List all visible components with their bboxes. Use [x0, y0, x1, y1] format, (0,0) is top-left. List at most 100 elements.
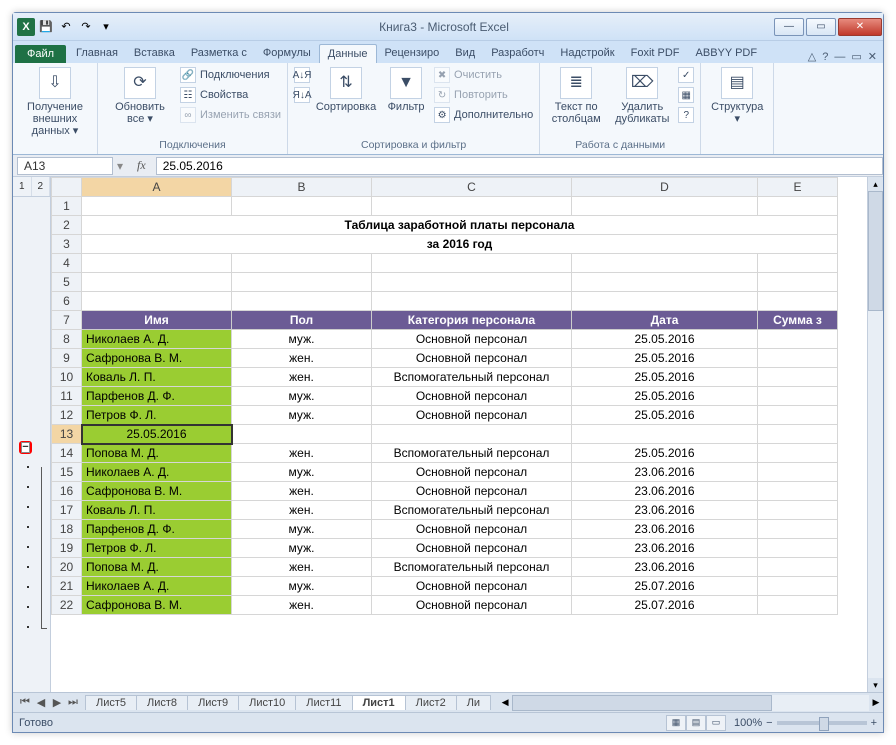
fx-icon[interactable]: fx: [127, 158, 156, 173]
name-cell[interactable]: Попова М. Д.: [82, 444, 232, 463]
cell[interactable]: [232, 197, 372, 216]
row-header[interactable]: 9: [52, 349, 82, 368]
name-cell[interactable]: Сафронова В. М.: [82, 596, 232, 615]
sheet-tab[interactable]: Лист9: [187, 695, 239, 710]
date-cell[interactable]: 23.06.2016: [572, 520, 758, 539]
sex-cell[interactable]: муж.: [232, 539, 372, 558]
category-cell[interactable]: Основной персонал: [372, 520, 572, 539]
cell[interactable]: [572, 254, 758, 273]
view-page-break[interactable]: ▭: [706, 715, 726, 731]
tab-nav-last[interactable]: ⏭: [65, 696, 81, 709]
ribbon-tab[interactable]: Главная: [68, 44, 126, 63]
qat-more[interactable]: ▾: [97, 18, 115, 36]
name-cell[interactable]: Петров Ф. Л.: [82, 406, 232, 425]
outline-button[interactable]: ▤ Структура ▾: [707, 65, 767, 125]
sex-cell[interactable]: муж.: [232, 406, 372, 425]
properties-button[interactable]: ☷Свойства: [180, 85, 281, 105]
formula-input[interactable]: 25.05.2016: [156, 157, 883, 175]
category-cell[interactable]: Вспомогательный персонал: [372, 368, 572, 387]
whatif-button[interactable]: ?: [678, 105, 694, 125]
data-validation-button[interactable]: ✓: [678, 65, 694, 85]
row-header[interactable]: 1: [52, 197, 82, 216]
zoom-level[interactable]: 100%: [734, 717, 762, 729]
table-header-cell[interactable]: Дата: [572, 311, 758, 330]
ribbon-tab[interactable]: Формулы: [255, 44, 319, 63]
sex-cell[interactable]: муж.: [232, 387, 372, 406]
sort-za-button[interactable]: Я↓А: [294, 85, 310, 105]
name-box[interactable]: A13: [17, 157, 113, 175]
reapply-button[interactable]: ↻Повторить: [434, 85, 533, 105]
name-cell[interactable]: Коваль Л. П.: [82, 368, 232, 387]
table-header-cell[interactable]: Сумма з: [758, 311, 838, 330]
category-cell[interactable]: Вспомогательный персонал: [372, 444, 572, 463]
date-cell[interactable]: 25.05.2016: [572, 387, 758, 406]
cell[interactable]: [82, 292, 232, 311]
cell[interactable]: [758, 539, 838, 558]
sex-cell[interactable]: жен.: [232, 558, 372, 577]
row-header[interactable]: 5: [52, 273, 82, 292]
sex-cell[interactable]: жен.: [232, 444, 372, 463]
horizontal-scrollbar[interactable]: ◀▶: [498, 695, 883, 711]
row-header[interactable]: 16: [52, 482, 82, 501]
row-header[interactable]: 22: [52, 596, 82, 615]
connections-button[interactable]: 🔗Подключения: [180, 65, 281, 85]
cell[interactable]: [372, 273, 572, 292]
category-cell[interactable]: Основной персонал: [372, 596, 572, 615]
date-cell[interactable]: 25.07.2016: [572, 577, 758, 596]
row-header[interactable]: 15: [52, 463, 82, 482]
row-header[interactable]: 18: [52, 520, 82, 539]
qat-undo[interactable]: ↶: [57, 18, 75, 36]
cell[interactable]: [758, 520, 838, 539]
outline-collapse-button[interactable]: −: [19, 441, 32, 454]
help-icon[interactable]: ?: [822, 51, 828, 63]
maximize-button[interactable]: ▭: [806, 18, 836, 36]
category-cell[interactable]: Основной персонал: [372, 387, 572, 406]
cell[interactable]: [232, 254, 372, 273]
ribbon-tab[interactable]: Надстройк: [552, 44, 622, 63]
cell[interactable]: [232, 292, 372, 311]
ribbon-min-icon[interactable]: △: [808, 50, 816, 63]
edit-links-button[interactable]: ∞Изменить связи: [180, 105, 281, 125]
cell[interactable]: [758, 387, 838, 406]
name-cell[interactable]: Сафронова В. М.: [82, 482, 232, 501]
row-header[interactable]: 12: [52, 406, 82, 425]
row-header[interactable]: 11: [52, 387, 82, 406]
minimize-button[interactable]: —: [774, 18, 804, 36]
title-cell[interactable]: Таблица заработной платы персонала: [82, 216, 838, 235]
cell[interactable]: [758, 273, 838, 292]
cell[interactable]: [758, 558, 838, 577]
tab-nav-first[interactable]: ⏮: [17, 696, 33, 709]
external-data-button[interactable]: ⇩ Получение внешних данных ▾: [19, 65, 91, 137]
row-header[interactable]: 14: [52, 444, 82, 463]
cell[interactable]: [82, 254, 232, 273]
view-normal[interactable]: ▦: [666, 715, 686, 731]
name-cell[interactable]: Попова М. Д.: [82, 558, 232, 577]
subtotal-cell[interactable]: 25.05.2016: [82, 425, 232, 444]
close-button[interactable]: ✕: [838, 18, 882, 36]
text-to-columns-button[interactable]: ≣ Текст по столбцам: [546, 65, 606, 125]
date-cell[interactable]: 23.06.2016: [572, 558, 758, 577]
ribbon-tab[interactable]: Разметка с: [183, 44, 255, 63]
cell[interactable]: [758, 444, 838, 463]
date-cell[interactable]: 25.07.2016: [572, 596, 758, 615]
sex-cell[interactable]: жен.: [232, 349, 372, 368]
cell[interactable]: [232, 425, 372, 444]
zoom-in[interactable]: +: [871, 717, 877, 729]
cell[interactable]: [372, 292, 572, 311]
category-cell[interactable]: Вспомогательный персонал: [372, 501, 572, 520]
date-cell[interactable]: 23.06.2016: [572, 539, 758, 558]
date-cell[interactable]: 23.06.2016: [572, 482, 758, 501]
sex-cell[interactable]: жен.: [232, 368, 372, 387]
sheet-tab[interactable]: Лист5: [85, 695, 137, 710]
column-header[interactable]: D: [572, 178, 758, 197]
consolidate-button[interactable]: ▦: [678, 85, 694, 105]
date-cell[interactable]: 23.06.2016: [572, 463, 758, 482]
column-header[interactable]: B: [232, 178, 372, 197]
cell[interactable]: [82, 273, 232, 292]
cell[interactable]: [758, 406, 838, 425]
date-cell[interactable]: 25.05.2016: [572, 444, 758, 463]
date-cell[interactable]: 25.05.2016: [572, 368, 758, 387]
cell[interactable]: [758, 577, 838, 596]
sheet-tab[interactable]: Лист10: [238, 695, 296, 710]
name-cell[interactable]: Коваль Л. П.: [82, 501, 232, 520]
